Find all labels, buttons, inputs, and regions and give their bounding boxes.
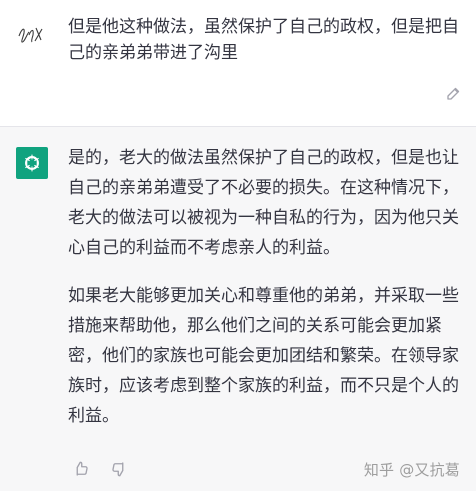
edit-icon[interactable] (445, 84, 463, 102)
openai-logo-icon (16, 147, 48, 179)
user-message-text: 但是他这种做法，虽然保护了自己的政权，但是把自己的亲弟弟带进了沟里 (68, 17, 459, 63)
assistant-paragraph: 如果老大能够更加关心和尊重他的弟弟，并采取一些措施来帮助他，那么他们之间的关系可… (68, 286, 459, 426)
user-message-block: 但是他这种做法，虽然保护了自己的政权，但是把自己的亲弟弟带进了沟里 (0, 0, 476, 126)
watermark-text: 知乎 @又抗葛 (363, 461, 460, 479)
thumbs-down-icon[interactable] (108, 458, 130, 480)
assistant-message-text: 是的，老大的做法虽然保护了自己的政权，但是也让自己的亲弟弟遭受了不必要的损失。在… (68, 143, 460, 449)
message-actions (70, 458, 130, 480)
signature-avatar-icon (16, 18, 46, 48)
assistant-paragraph: 是的，老大的做法虽然保护了自己的政权，但是也让自己的亲弟弟遭受了不必要的损失。在… (68, 148, 459, 258)
thumbs-up-icon[interactable] (70, 458, 92, 480)
